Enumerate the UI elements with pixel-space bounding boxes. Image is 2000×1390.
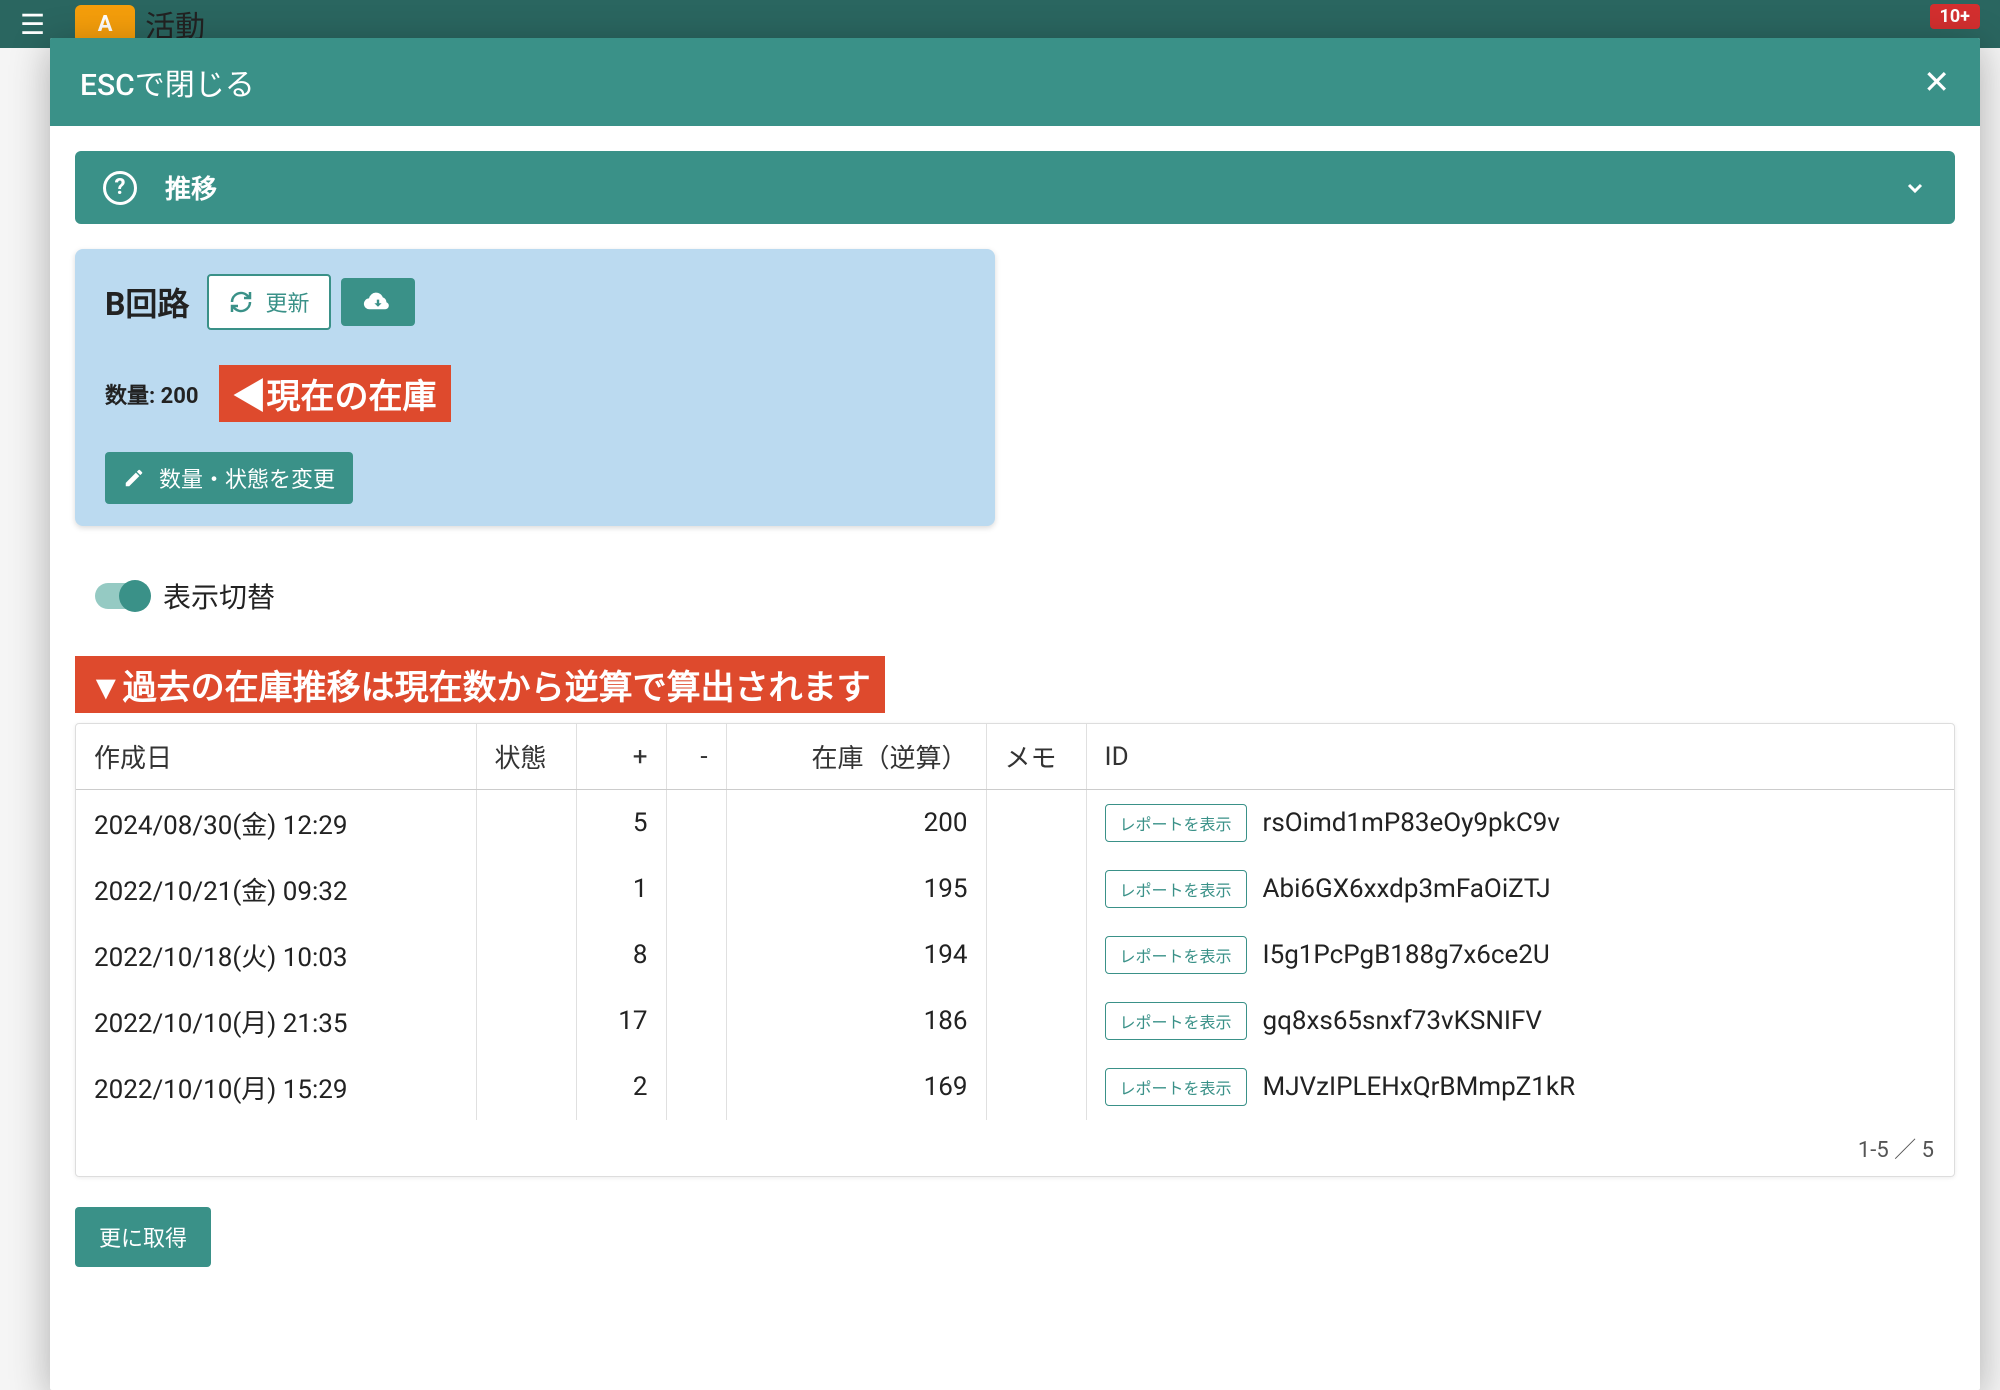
- cell-memo: [986, 1054, 1086, 1120]
- cell-plus: 8: [576, 922, 666, 988]
- col-stock: 在庫（逆算）: [726, 724, 986, 790]
- edit-label: 数量・状態を変更: [159, 462, 335, 494]
- history-table: 作成日 状態 + - 在庫（逆算） メモ ID 2024/08/30(金) 12…: [75, 723, 1955, 1177]
- table-header-row: 作成日 状態 + - 在庫（逆算） メモ ID: [76, 724, 1954, 790]
- cell-plus: 2: [576, 1054, 666, 1120]
- cell-plus: 17: [576, 988, 666, 1054]
- col-minus: -: [666, 724, 726, 790]
- modal-titlebar: ESCで閉じる ✕: [50, 38, 1980, 126]
- cell-minus: [666, 988, 726, 1054]
- show-report-button[interactable]: レポートを表示: [1105, 1002, 1247, 1040]
- table-heading: ▼過去の在庫推移は現在数から逆算で算出されます: [75, 656, 885, 713]
- cell-status: [476, 1054, 576, 1120]
- col-status: 状態: [476, 724, 576, 790]
- cell-minus: [666, 856, 726, 922]
- display-toggle-row: 表示切替: [95, 576, 1955, 616]
- cell-id: レポートを表示 gq8xs65snxf73vKSNIFV: [1086, 988, 1954, 1054]
- close-icon[interactable]: ✕: [1923, 66, 1950, 98]
- row-id: rsOimd1mP83eOy9pkC9v: [1263, 808, 1560, 838]
- col-memo: メモ: [986, 724, 1086, 790]
- row-id: I5g1PcPgB188g7x6ce2U: [1263, 940, 1550, 970]
- cell-id: レポートを表示 MJVzIPLEHxQrBMmpZ1kR: [1086, 1054, 1954, 1120]
- current-stock-badge: ◀現在の在庫: [219, 365, 451, 422]
- cell-memo: [986, 922, 1086, 988]
- show-report-button[interactable]: レポートを表示: [1105, 804, 1247, 842]
- cell-memo: [986, 988, 1086, 1054]
- cell-status: [476, 922, 576, 988]
- cell-status: [476, 856, 576, 922]
- col-id: ID: [1086, 724, 1954, 790]
- cell-stock: 186: [726, 988, 986, 1054]
- quantity-label: 数量: 200: [105, 378, 199, 410]
- cell-memo: [986, 790, 1086, 857]
- cell-id: レポートを表示 I5g1PcPgB188g7x6ce2U: [1086, 922, 1954, 988]
- update-label: 更新: [265, 286, 309, 318]
- edit-quantity-button[interactable]: 数量・状態を変更: [105, 452, 353, 504]
- section-header[interactable]: ? 推移: [75, 151, 1955, 224]
- refresh-icon: [229, 290, 253, 314]
- cell-stock: 194: [726, 922, 986, 988]
- cell-created: 2022/10/18(火) 10:03: [76, 922, 476, 988]
- table-row: 2024/08/30(金) 12:29 5 200 レポートを表示 rsOimd1mP8…: [76, 790, 1954, 857]
- update-button[interactable]: 更新: [207, 274, 331, 330]
- show-report-button[interactable]: レポートを表示: [1105, 870, 1247, 908]
- cell-created: 2022/10/21(金) 09:32: [76, 856, 476, 922]
- stock-card: B回路 更新 数量: 200 ◀現在の在庫: [75, 249, 995, 526]
- cell-minus: [666, 1054, 726, 1120]
- col-created: 作成日: [76, 724, 476, 790]
- cell-minus: [666, 790, 726, 857]
- cell-status: [476, 790, 576, 857]
- table-row: 2022/10/10(月) 21:35 17 186 レポートを表示 gq8xs65sn…: [76, 988, 1954, 1054]
- row-id: Abi6GX6xxdp3mFaOiZTJ: [1263, 874, 1551, 904]
- row-id: MJVzIPLEHxQrBMmpZ1kR: [1263, 1072, 1576, 1102]
- display-toggle[interactable]: [95, 583, 149, 609]
- cloud-download-button[interactable]: [341, 278, 415, 326]
- pager: 1-5 ／ 5: [76, 1120, 1954, 1176]
- help-icon[interactable]: ?: [103, 171, 137, 205]
- pencil-icon: [123, 467, 145, 489]
- cell-memo: [986, 856, 1086, 922]
- row-id: gq8xs65snxf73vKSNIFV: [1263, 1006, 1542, 1036]
- col-plus: +: [576, 724, 666, 790]
- cell-status: [476, 988, 576, 1054]
- hamburger-icon[interactable]: ☰: [20, 8, 45, 41]
- cell-stock: 200: [726, 790, 986, 857]
- chevron-down-icon[interactable]: [1903, 176, 1927, 200]
- notification-badge[interactable]: 10+: [1930, 4, 1980, 29]
- show-report-button[interactable]: レポートを表示: [1105, 936, 1247, 974]
- cell-created: 2022/10/10(月) 21:35: [76, 988, 476, 1054]
- table-row: 2022/10/10(月) 15:29 2 169 レポートを表示 MJVzIPLEHx…: [76, 1054, 1954, 1120]
- cell-id: レポートを表示 Abi6GX6xxdp3mFaOiZTJ: [1086, 856, 1954, 922]
- cell-plus: 1: [576, 856, 666, 922]
- cell-created: 2024/08/30(金) 12:29: [76, 790, 476, 857]
- cell-created: 2022/10/10(月) 15:29: [76, 1054, 476, 1120]
- section-title: 推移: [165, 169, 217, 206]
- cell-minus: [666, 922, 726, 988]
- toggle-label: 表示切替: [163, 576, 275, 616]
- load-more-button[interactable]: 更に取得: [75, 1207, 211, 1267]
- cell-plus: 5: [576, 790, 666, 857]
- show-report-button[interactable]: レポートを表示: [1105, 1068, 1247, 1106]
- table-row: 2022/10/21(金) 09:32 1 195 レポートを表示 Abi6GX6xxd…: [76, 856, 1954, 922]
- cell-stock: 195: [726, 856, 986, 922]
- cell-stock: 169: [726, 1054, 986, 1120]
- cloud-download-icon: [363, 290, 393, 314]
- modal-title: ESCで閉じる: [80, 60, 255, 104]
- modal-dialog: ESCで閉じる ✕ ? 推移 B回路 更新: [50, 38, 1980, 1390]
- modal-content: B回路 更新 数量: 200 ◀現在の在庫: [50, 224, 1980, 1390]
- cell-id: レポートを表示 rsOimd1mP83eOy9pkC9v: [1086, 790, 1954, 857]
- table-row: 2022/10/18(火) 10:03 8 194 レポートを表示 I5g1PcPgB1…: [76, 922, 1954, 988]
- card-title: B回路: [105, 279, 189, 325]
